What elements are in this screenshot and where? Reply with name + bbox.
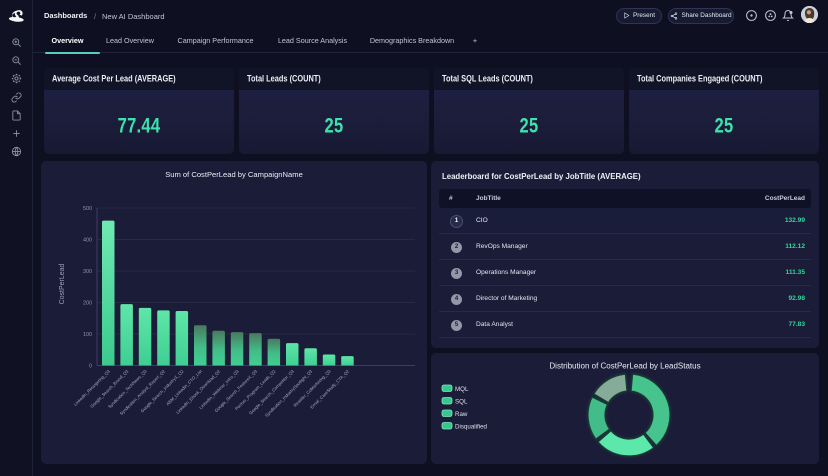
svg-text:200: 200 — [83, 301, 92, 307]
svg-text:400: 400 — [83, 238, 92, 244]
svg-text:0: 0 — [89, 364, 92, 370]
svg-text:LinkedIn_Retargeting_Q3: LinkedIn_Retargeting_Q3 — [73, 368, 112, 407]
svg-text:Sum of CostPerLead by Campaign: Sum of CostPerLead by CampaignName — [165, 170, 303, 179]
svg-text:ABM_LinkedIn_CTO_List: ABM_LinkedIn_CTO_List — [165, 368, 203, 406]
svg-text:300: 300 — [83, 269, 92, 275]
svg-text:CostPerLead: CostPerLead — [59, 263, 66, 304]
svg-text:Email_CaseStudy_CTA_Q2: Email_CaseStudy_CTA_Q2 — [309, 368, 350, 409]
svg-text:500: 500 — [83, 206, 92, 212]
svg-text:Distribution of CostPerLead by: Distribution of CostPerLead by LeadStatu… — [549, 362, 700, 371]
svg-text:100: 100 — [83, 332, 92, 338]
svg-text:MQL: MQL — [455, 386, 469, 393]
svg-text:SQL: SQL — [455, 399, 468, 406]
svg-text:Disqualified: Disqualified — [455, 424, 488, 431]
svg-text:Raw: Raw — [455, 411, 468, 418]
